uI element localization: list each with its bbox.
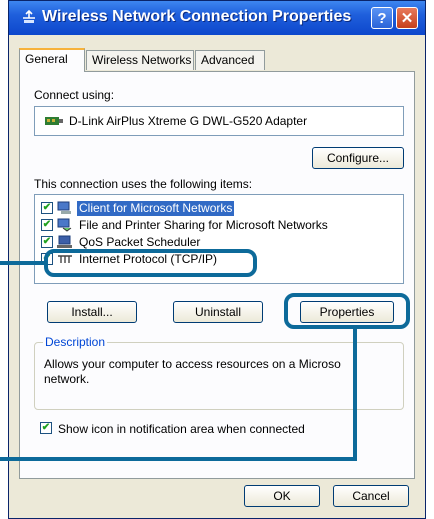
- description-text-line1: Allows your computer to access resources…: [44, 357, 341, 371]
- cancel-button[interactable]: Cancel: [333, 485, 409, 507]
- install-button[interactable]: Install...: [47, 301, 137, 323]
- tab-general[interactable]: General: [19, 48, 85, 72]
- configure-button-label: Configure...: [326, 151, 390, 165]
- tab-wireless-networks[interactable]: Wireless Networks: [86, 50, 194, 70]
- configure-button[interactable]: Configure...: [312, 147, 404, 169]
- network-connection-icon: [23, 9, 35, 23]
- tcpip-callout-leader-line: [0, 261, 46, 265]
- connect-using-label: Connect using:: [34, 88, 115, 102]
- network-client-icon: [57, 201, 71, 214]
- item-checkbox[interactable]: ✔: [41, 202, 53, 214]
- item-label: QoS Packet Scheduler: [79, 235, 201, 249]
- install-button-label: Install...: [71, 305, 113, 319]
- components-label: This connection uses the following items…: [34, 177, 253, 191]
- description-title: Description: [43, 335, 108, 349]
- window-title: Wireless Network Connection Properties: [42, 8, 352, 25]
- packet-scheduler-icon: [57, 235, 72, 248]
- title-bar[interactable]: Wireless Network Connection Properties ?…: [9, 1, 425, 35]
- show-icon-label: Show icon in notification area when conn…: [58, 422, 305, 436]
- properties-highlight-callout: [284, 293, 410, 329]
- properties-callout-horizontal-line: [0, 457, 357, 461]
- tab-advanced[interactable]: Advanced: [195, 50, 265, 70]
- uninstall-button-label: Uninstall: [194, 305, 242, 319]
- description-group: Description Allows your computer to acce…: [34, 335, 404, 410]
- close-button[interactable]: ✕: [396, 7, 418, 29]
- description-text-line2: network.: [44, 372, 90, 386]
- ok-button[interactable]: OK: [244, 485, 320, 507]
- show-icon-checkbox[interactable]: ✔: [40, 422, 52, 434]
- adapter-box: D-Link AirPlus Xtreme G DWL-G520 Adapter: [34, 106, 404, 136]
- item-label: File and Printer Sharing for Microsoft N…: [79, 218, 328, 232]
- help-button[interactable]: ?: [371, 7, 393, 29]
- help-icon: ?: [377, 9, 387, 27]
- ok-button-label: OK: [273, 489, 291, 503]
- adapter-name: D-Link AirPlus Xtreme G DWL-G520 Adapter: [69, 114, 308, 128]
- show-icon-option[interactable]: ✔ Show icon in notification area when co…: [40, 422, 340, 438]
- item-checkbox[interactable]: ✔: [41, 236, 53, 248]
- cancel-button-label: Cancel: [352, 489, 390, 503]
- uninstall-button[interactable]: Uninstall: [173, 301, 263, 323]
- item-checkbox[interactable]: ✔: [41, 219, 53, 231]
- file-printer-sharing-icon: [57, 218, 72, 232]
- tcpip-highlight-callout: [44, 249, 257, 277]
- close-icon: ✕: [400, 10, 414, 27]
- properties-callout-vertical-line: [353, 327, 357, 461]
- item-label: Client for Microsoft Networks: [77, 201, 235, 216]
- network-adapter-icon: [45, 117, 63, 125]
